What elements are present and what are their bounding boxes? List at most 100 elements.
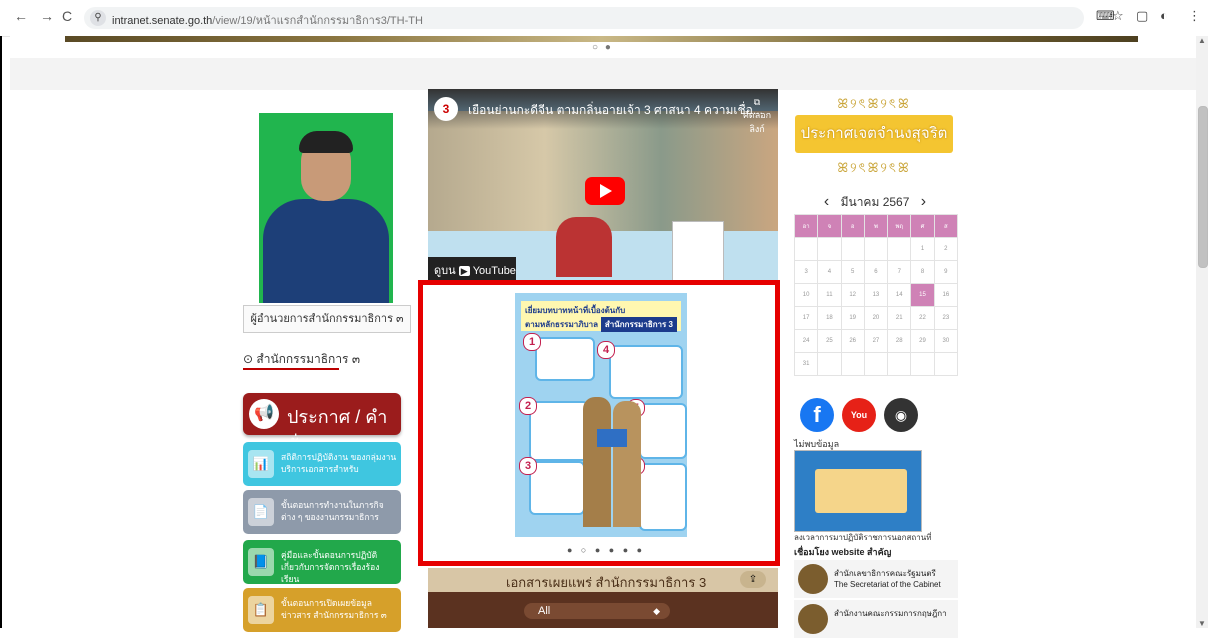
calendar-weekday-row: อา จ อ พ พฤ ศ ส xyxy=(793,214,959,238)
play-button[interactable] xyxy=(585,177,625,205)
calendar-day xyxy=(817,352,842,376)
calendar-day[interactable]: 31 xyxy=(793,352,819,376)
tile-complaint-manual[interactable]: 📘 คู่มือและขั้นตอนการปฏิบัติ เกี่ยวกับกา… xyxy=(243,540,401,584)
calendar-day[interactable]: 11 xyxy=(817,283,842,307)
link-cabinet-secretariat[interactable]: สำนักเลขาธิการคณะรัฐมนตรี The Secretariat… xyxy=(794,560,958,598)
calendar-week-row: 31 xyxy=(793,352,959,376)
remote-work-system-thumbnail[interactable] xyxy=(794,450,922,532)
address-bar[interactable]: ⚲ intranet.senate.go.th/view/19/หน้าแรกส… xyxy=(84,7,1084,29)
officer-illustration xyxy=(583,397,611,527)
copy-link-button[interactable]: ⧉ คัดลอกลิงก์ xyxy=(736,97,778,136)
manual-icon: 📘 xyxy=(248,548,274,576)
side-panel-icon[interactable]: ▢ xyxy=(1136,8,1148,24)
share-icon[interactable]: ⇪ xyxy=(740,571,766,588)
calendar-day[interactable]: 20 xyxy=(863,306,889,330)
page-scrollbar[interactable]: ▲ ▼ xyxy=(1196,36,1208,628)
office-title: ⊙ สำนักกรรมาธิการ ๓ xyxy=(243,350,360,370)
calendar-day[interactable]: 1 xyxy=(910,237,935,261)
play-icon xyxy=(600,184,612,198)
forward-icon[interactable]: → xyxy=(40,8,54,24)
website-icon[interactable]: ◉ xyxy=(884,398,918,432)
calendar-day[interactable]: 17 xyxy=(793,306,819,330)
profile-icon[interactable]: ◐ xyxy=(1160,8,1168,23)
documents-filter-select[interactable]: All ◆ xyxy=(524,603,670,619)
calendar-day[interactable]: 22 xyxy=(910,306,935,330)
poster-header-tag: สำนักกรรมาธิการ 3 xyxy=(600,317,677,332)
calendar-day[interactable]: 29 xyxy=(910,329,935,353)
calendar-day[interactable]: 10 xyxy=(793,283,819,307)
url-domain: intranet.senate.go.th xyxy=(112,15,213,27)
youtube-label: YouTube xyxy=(472,265,516,277)
calendar-day[interactable]: 24 xyxy=(793,329,819,353)
facebook-icon[interactable]: f xyxy=(800,398,834,432)
ornament-bottom: ꕤ୨ৎꕤ୨ৎꕤ xyxy=(837,160,911,175)
video-title[interactable]: เยือนย่านกะดีจีน ตามกลิ่นอายเจ้า 3 ศาสนา… xyxy=(468,101,763,120)
calendar-day[interactable]: 27 xyxy=(863,329,889,353)
integrity-notice-banner[interactable]: ꕤ୨ৎꕤ୨ৎꕤ ประกาศเจตจำนงสุจริต ꕤ୨ৎꕤ୨ৎꕤ xyxy=(795,93,953,181)
remote-work-system-label[interactable]: ลงเวลาการมาปฏิบัติราชการนอกสถานที่ xyxy=(794,531,931,544)
calendar-days: 1 2 3 4 5 6 7 8 9 10 11 12 13 14 15 16 17 18 19 20 21 22 23 24 2… xyxy=(793,237,959,376)
calendar-day[interactable]: 14 xyxy=(887,283,912,307)
calendar-day[interactable]: 9 xyxy=(933,260,959,284)
cabinet-seal-icon xyxy=(798,564,828,594)
calendar-day[interactable]: 12 xyxy=(840,283,865,307)
scroll-down-icon[interactable]: ▼ xyxy=(1198,619,1206,628)
link-council-of-state[interactable]: สำนักงานคณะกรรมการกฤษฎีกา xyxy=(794,600,958,638)
poster-carousel-highlight: เยี่ยมบทบาทหน้าที่เบื้องต้นกับ ตามหลักธร… xyxy=(418,280,780,566)
weekday: ศ xyxy=(910,214,935,238)
calendar-day[interactable]: 13 xyxy=(863,283,889,307)
calendar-day[interactable]: 21 xyxy=(887,306,912,330)
calendar-day[interactable]: 2 xyxy=(933,237,959,261)
youtube-icon[interactable]: You xyxy=(842,398,876,432)
weekday: ส xyxy=(933,214,959,238)
calendar-day[interactable]: 23 xyxy=(933,306,959,330)
calendar-day[interactable]: 5 xyxy=(840,260,865,284)
calendar-week-row: 24 25 26 27 28 29 30 xyxy=(793,329,959,353)
calendar-day[interactable]: 4 xyxy=(817,260,842,284)
calendar-day[interactable]: 25 xyxy=(817,329,842,353)
calendar-prev-icon[interactable]: ‹ xyxy=(824,193,829,210)
youtube-embed[interactable]: 3 เยือนย่านกะดีจีน ตามกลิ่นอายเจ้า 3 ศาส… xyxy=(428,89,778,285)
calendar-day[interactable]: 19 xyxy=(840,306,865,330)
clipboard-icon: 📋 xyxy=(248,596,274,624)
important-links-title: เชื่อมโยง website สำคัญ xyxy=(794,547,892,557)
menu-icon[interactable]: ⋮ xyxy=(1188,8,1201,24)
scrollbar-thumb[interactable] xyxy=(1198,106,1208,268)
url-text: intranet.senate.go.th/view/19/หน้าแรกสำน… xyxy=(112,11,423,29)
poster-header-line1: เยี่ยมบทบาทหน้าที่เบื้องต้นกับ xyxy=(525,306,626,315)
ornament-top: ꕤ୨ৎꕤ୨ৎꕤ xyxy=(837,96,911,111)
calendar-day[interactable]: 6 xyxy=(863,260,889,284)
tile-information-disclosure[interactable]: 📋 ขั้นตอนการเปิดเผยข้อมูลข่าวสาร สำนักกร… xyxy=(243,588,401,632)
announcement-button[interactable]: 📢 ประกาศ / คำสั่ง xyxy=(243,393,401,456)
watch-on-label: ดูบน xyxy=(434,265,456,277)
calendar-day[interactable]: 16 xyxy=(933,283,959,307)
calendar-next-icon[interactable]: › xyxy=(921,193,926,210)
scroll-up-icon[interactable]: ▲ xyxy=(1198,36,1206,45)
tile-statistics[interactable]: 📊 สถิติการปฏิบัติงาน ของกลุ่มงานบริการเอ… xyxy=(243,442,401,486)
calendar-day[interactable]: 30 xyxy=(933,329,959,353)
calendar-day[interactable]: 8 xyxy=(910,260,935,284)
url-path: /view/19/หน้าแรกสำนักกรรมาธิการ3/TH-TH xyxy=(212,15,423,27)
director-caption: ผู้อำนวยการสำนักกรรมาธิการ ๓ xyxy=(243,305,411,333)
calendar-day[interactable]: 26 xyxy=(840,329,865,353)
tile-procedures[interactable]: 📄 ขั้นตอนการทำงานในภารกิจต่าง ๆ ของงานกร… xyxy=(243,490,401,534)
banner-slider-dots[interactable]: ○ ● xyxy=(592,42,613,53)
poster-image[interactable]: เยี่ยมบทบาทหน้าที่เบื้องต้นกับ ตามหลักธร… xyxy=(515,293,687,537)
reload-icon[interactable]: C xyxy=(62,8,72,24)
back-icon[interactable]: ← xyxy=(14,8,28,24)
calendar-day[interactable]: 7 xyxy=(887,260,912,284)
calendar-day[interactable]: 3 xyxy=(793,260,819,284)
calendar-day xyxy=(933,352,959,376)
channel-avatar[interactable]: 3 xyxy=(434,97,458,121)
link-label: สำนักเลขาธิการคณะรัฐมนตรี xyxy=(834,569,936,578)
calendar-day[interactable]: 15 xyxy=(910,283,935,307)
calendar-day[interactable]: 18 xyxy=(817,306,842,330)
poster-carousel-dots[interactable]: ● ○ ● ● ● ● xyxy=(567,545,645,555)
filter-value: All xyxy=(538,605,551,617)
star-icon[interactable]: ☆ xyxy=(1112,8,1124,24)
poster-number: 4 xyxy=(597,341,615,359)
calendar-month: มีนาคม 2567 xyxy=(840,195,910,209)
site-info-icon[interactable]: ⚲ xyxy=(90,10,106,26)
weekday: พฤ xyxy=(887,214,912,238)
calendar-day[interactable]: 28 xyxy=(887,329,912,353)
